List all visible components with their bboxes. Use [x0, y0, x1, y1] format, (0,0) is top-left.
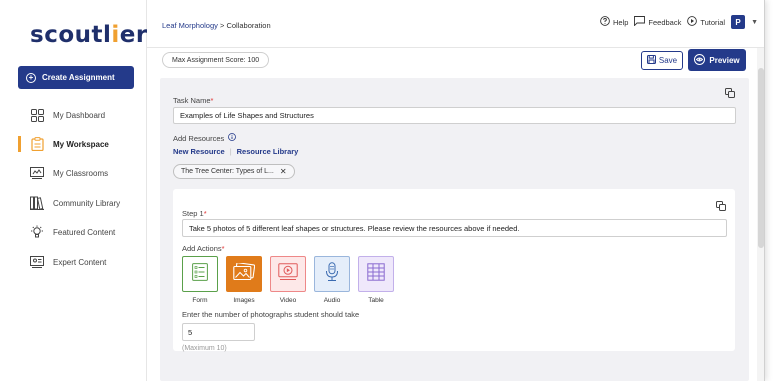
new-resource-link[interactable]: New Resource [173, 147, 225, 156]
eye-icon [694, 53, 706, 67]
sidebar-item-label: My Workspace [53, 139, 109, 149]
help-button[interactable]: Help [600, 16, 628, 28]
create-assignment-label: Create Assignment [42, 73, 115, 82]
grid-icon [30, 108, 44, 122]
images-icon [233, 261, 256, 286]
action-video-button[interactable] [270, 256, 306, 292]
form-icon [192, 262, 208, 286]
sidebar-item-featured-content[interactable]: Featured Content [30, 223, 115, 241]
sidebar-item-workspace[interactable]: My Workspace [30, 135, 109, 153]
action-form-button[interactable] [182, 256, 218, 292]
save-button[interactable]: Save [641, 51, 683, 70]
action-table-button[interactable] [358, 256, 394, 292]
add-actions-label: Add Actions* [182, 244, 225, 253]
sidebar-item-label: Expert Content [53, 257, 107, 267]
preview-button[interactable]: Preview [688, 49, 746, 71]
chevron-down-icon[interactable]: ▼ [751, 19, 758, 26]
tutorial-label: Tutorial [700, 17, 726, 27]
info-icon[interactable] [228, 133, 237, 143]
max-score-badge[interactable]: Max Assignment Score: 100 [162, 52, 270, 68]
action-images-button[interactable] [226, 256, 262, 292]
sidebar-item-label: Community Library [53, 198, 121, 208]
action-audio-label: Audio [323, 297, 341, 304]
sidebar-item-classrooms[interactable]: My Classrooms [30, 164, 108, 182]
plus-circle-icon: + [26, 72, 36, 83]
action-video-label: Video [279, 297, 297, 304]
add-resources-label: Add Resources [173, 133, 237, 143]
feedback-button[interactable]: Feedback [634, 16, 681, 28]
breadcrumb-current: Collaboration [226, 21, 271, 30]
photo-count-input[interactable]: 5 [182, 323, 255, 341]
sidebar-item-expert-content[interactable]: Expert Content [30, 253, 106, 271]
sidebar-item-dashboard[interactable]: My Dashboard [30, 106, 105, 124]
resource-chip-label: The Tree Center: Types of L... [181, 168, 274, 175]
copy-icon[interactable] [725, 85, 735, 98]
link-separator: | [229, 147, 232, 156]
microphone-icon [325, 261, 339, 287]
breadcrumb-separator: > [219, 21, 225, 30]
expert-icon [30, 255, 44, 269]
sidebar-item-label: My Classrooms [53, 168, 109, 178]
top-actions: Help Feedback Tutorial P ▼ [600, 15, 758, 29]
classroom-icon [30, 166, 44, 180]
tutorial-button[interactable]: Tutorial [687, 16, 725, 28]
breadcrumb-link[interactable]: Leaf Morphology [162, 21, 218, 30]
feedback-icon [634, 16, 646, 28]
photo-count-max-note: (Maximum 10) [182, 345, 227, 352]
sidebar-item-label: My Dashboard [53, 110, 106, 120]
active-indicator [18, 136, 21, 152]
action-form-label: Form [192, 297, 208, 304]
step-label: Step 1* [182, 209, 207, 218]
sidebar-item-community-library[interactable]: Community Library [30, 194, 120, 212]
help-label: Help [612, 17, 629, 27]
action-images-label: Images [233, 297, 255, 304]
sidebar: scoutlier + Create Assignment My Dashboa… [0, 0, 147, 381]
scrollbar[interactable] [757, 48, 764, 381]
close-icon[interactable]: ✕ [280, 167, 287, 176]
task-name-input[interactable]: Examples of Life Shapes and Structures [173, 107, 736, 124]
play-circle-icon [687, 16, 698, 28]
help-icon [600, 16, 610, 28]
save-label: Save [658, 56, 678, 65]
save-icon [646, 55, 656, 66]
resource-links: New Resource | Resource Library [173, 147, 298, 156]
app-window: scoutlier + Create Assignment My Dashboa… [0, 0, 765, 381]
app-logo[interactable]: scoutlier [30, 22, 148, 48]
main-content: Max Assignment Score: 100 Save Preview T… [147, 48, 757, 381]
photo-count-label: Enter the number of photographs student … [182, 310, 360, 319]
action-audio-button[interactable] [314, 256, 350, 292]
task-panel: Task Name* Examples of Life Shapes and S… [160, 78, 749, 381]
step-prompt-input[interactable]: Take 5 photos of 5 different leaf shapes… [182, 219, 727, 237]
breadcrumb: Leaf Morphology > Collaboration [162, 21, 271, 30]
avatar[interactable]: P [731, 15, 746, 29]
video-icon [278, 262, 298, 286]
create-assignment-button[interactable]: + Create Assignment [18, 66, 134, 89]
action-table-label: Table [368, 297, 384, 304]
task-name-label: Task Name* [173, 96, 214, 105]
preview-label: Preview [709, 55, 740, 65]
clipboard-icon [30, 137, 44, 151]
feedback-label: Feedback [648, 17, 682, 27]
sidebar-item-label: Featured Content [53, 227, 116, 237]
top-bar: Leaf Morphology > Collaboration Help Fee… [147, 0, 764, 48]
step-card: Step 1* Take 5 photos of 5 different lea… [173, 189, 735, 352]
scrollbar-thumb[interactable] [758, 68, 764, 248]
table-icon [367, 262, 385, 286]
library-icon [30, 196, 44, 210]
lightbulb-icon [30, 225, 44, 239]
resource-library-link[interactable]: Resource Library [237, 147, 299, 156]
copy-icon[interactable] [716, 198, 726, 211]
resource-chip[interactable]: The Tree Center: Types of L... ✕ [173, 164, 295, 179]
